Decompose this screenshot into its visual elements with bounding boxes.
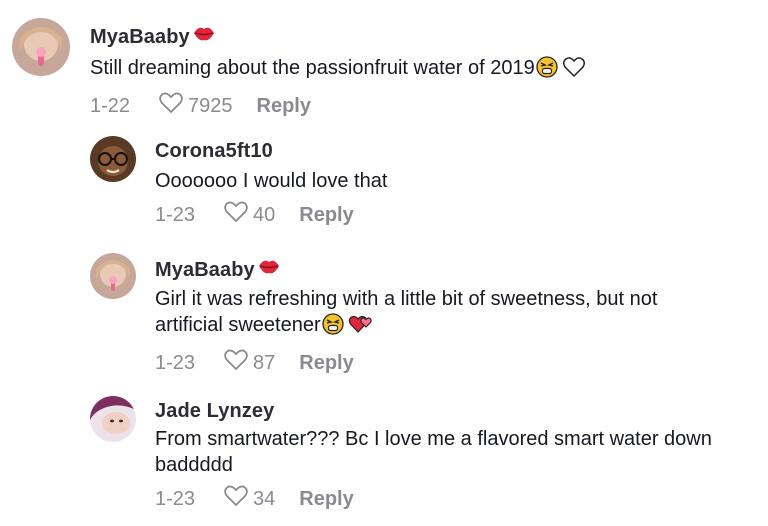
like-button[interactable]: 40 — [223, 200, 275, 230]
comment-meta: 1-23 87 Reply — [155, 348, 657, 378]
heart-outline-icon — [223, 484, 249, 514]
comment-text-line: Ooooooo I would love that — [155, 170, 388, 192]
comment-date: 1-23 — [155, 203, 196, 226]
avatar[interactable] — [90, 253, 136, 299]
username-text: MyaBaaby — [90, 25, 190, 48]
comment-text-line: baddddd — [155, 454, 233, 476]
comment-text-content: artificial sweetener — [155, 314, 321, 336]
like-button[interactable]: 7925 — [158, 91, 233, 121]
like-button[interactable]: 87 — [223, 348, 275, 378]
comment-text: From smartwater??? Bc I love me a flavor… — [155, 426, 712, 478]
reply-button[interactable]: Reply — [257, 95, 311, 118]
reply-button[interactable]: Reply — [299, 352, 353, 375]
comment-text: Still dreaming about the passionfruit wa… — [90, 55, 586, 85]
lips-icon — [192, 24, 216, 50]
tired-face-icon — [536, 56, 558, 85]
heart-outline-icon — [223, 200, 249, 230]
comment-text: Girl it was refreshing with a little bit… — [155, 286, 657, 342]
two-hearts-icon — [348, 313, 374, 342]
comment-text: Ooooooo I would love that — [155, 168, 387, 194]
comment-text-line: artificial sweetener — [155, 312, 657, 342]
like-count: 34 — [253, 487, 276, 510]
avatar[interactable] — [90, 396, 136, 442]
username-text: MyaBaaby — [155, 258, 255, 281]
comment-date: 1-23 — [155, 487, 196, 510]
heart-outline-icon — [223, 348, 249, 378]
like-button[interactable]: 34 — [223, 484, 275, 514]
avatar[interactable] — [90, 136, 136, 182]
like-count: 7925 — [188, 94, 233, 117]
username-text: Jade Lynzey — [155, 400, 275, 422]
comment-username[interactable]: Corona5ft10 — [155, 140, 387, 163]
comment-text-line: Still dreaming about the passionfruit wa… — [90, 55, 586, 85]
white-heart-icon — [562, 56, 586, 85]
comment-text-line: From smartwater??? Bc I love me a flavor… — [155, 428, 712, 450]
comment-meta: 1-22 7925 Reply — [90, 91, 586, 121]
like-count: 40 — [253, 203, 276, 226]
comment-meta: 1-23 34 Reply — [155, 484, 712, 514]
like-count: 87 — [253, 351, 276, 374]
username-text: Corona5ft10 — [155, 140, 273, 162]
comment-username[interactable]: MyaBaaby — [155, 257, 657, 283]
comment-date: 1-22 — [90, 94, 131, 117]
tired-face-icon — [321, 313, 344, 342]
avatar[interactable] — [12, 18, 70, 76]
comment-username[interactable]: Jade Lynzey — [155, 400, 712, 423]
comment-meta: 1-23 40 Reply — [155, 200, 387, 230]
comment-username[interactable]: MyaBaaby — [90, 24, 586, 50]
comment-text-line: Girl it was refreshing with a little bit… — [155, 288, 658, 310]
heart-outline-icon — [158, 91, 184, 121]
lips-icon — [257, 257, 281, 283]
comment-date: 1-23 — [155, 351, 196, 374]
comment-text-content: Still dreaming about the passionfruit wa… — [90, 57, 535, 79]
reply-button[interactable]: Reply — [299, 488, 353, 511]
reply-button[interactable]: Reply — [299, 204, 353, 227]
